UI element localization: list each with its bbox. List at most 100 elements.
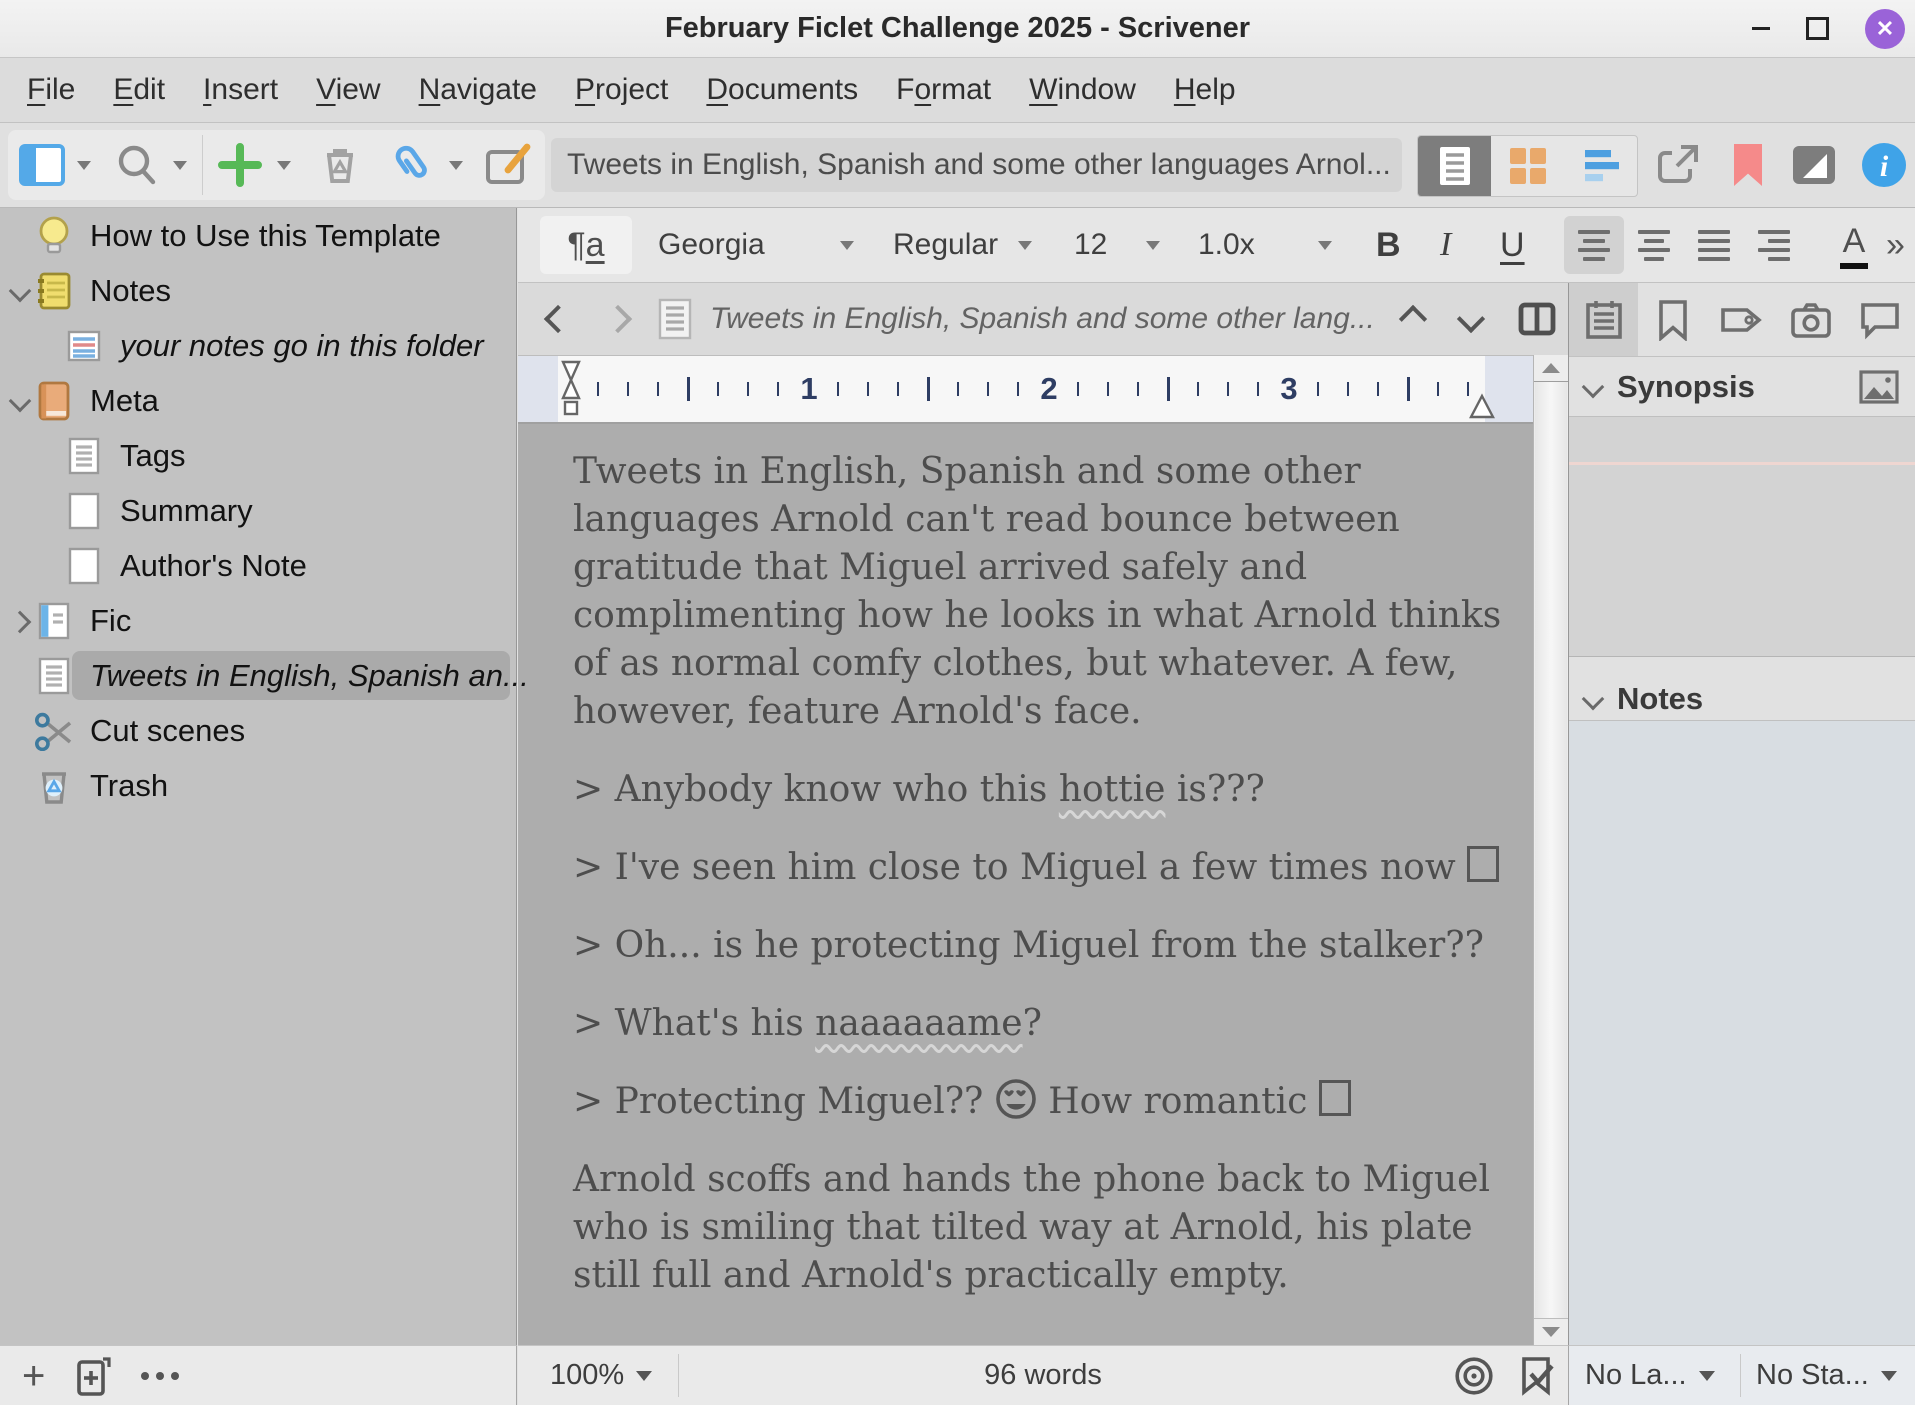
binder-item-tags[interactable]: Tags (0, 428, 516, 483)
binder-label: Tags (120, 438, 185, 474)
italic-button[interactable]: I (1440, 208, 1451, 282)
font-size-caret[interactable] (1146, 208, 1160, 282)
tab-comments[interactable] (1845, 283, 1914, 356)
binder-item-authors-note[interactable]: Author's Note (0, 538, 516, 593)
notes-content-area[interactable] (1569, 720, 1915, 1345)
chevron-down-icon[interactable] (1582, 375, 1605, 398)
previous-document-button[interactable] (1403, 283, 1423, 355)
font-style-dropdown[interactable]: Regular (893, 208, 998, 282)
binder-item-fic[interactable]: Fic (0, 593, 516, 648)
bookmark-button[interactable] (1722, 123, 1774, 207)
tab-bookmarks[interactable] (1638, 283, 1707, 356)
next-document-button[interactable] (1461, 283, 1481, 355)
tab-notes[interactable] (1569, 283, 1638, 356)
font-style-caret[interactable] (1018, 208, 1032, 282)
view-mode-outline-tab[interactable] (1564, 136, 1637, 196)
align-right-button[interactable] (1744, 216, 1804, 274)
ruler[interactable]: 1 2 3 (518, 356, 1533, 424)
move-to-trash-button[interactable] (314, 123, 366, 207)
mark-reviewed-button[interactable] (1516, 1346, 1558, 1405)
tab-snapshots[interactable] (1776, 283, 1845, 356)
inspector-info-button[interactable]: i (1858, 123, 1910, 207)
format-overflow-button[interactable]: » (1886, 208, 1905, 282)
menu-file[interactable]: File (27, 73, 75, 107)
synopsis-header[interactable]: Synopsis (1569, 357, 1915, 416)
document-title-field[interactable]: Tweets in English, Spanish and some othe… (551, 138, 1402, 192)
add-document-template-button[interactable] (73, 1354, 113, 1398)
search-button[interactable] (112, 123, 162, 207)
nav-forward-button[interactable] (608, 283, 628, 355)
underline-button[interactable]: U (1500, 208, 1525, 282)
maximize-button[interactable] (1806, 17, 1829, 40)
minimize-button[interactable] (1752, 27, 1770, 30)
align-justify-button[interactable] (1684, 216, 1744, 274)
chevron-right-icon[interactable] (9, 611, 32, 634)
scroll-up-button[interactable] (1534, 355, 1568, 382)
chevron-down-icon[interactable] (9, 280, 32, 303)
editor-header-title[interactable]: Tweets in English, Spanish and some othe… (710, 283, 1375, 355)
notes-header[interactable]: Notes (1569, 678, 1915, 720)
nav-back-button[interactable] (548, 283, 568, 355)
search-caret[interactable] (168, 123, 192, 207)
attach-button[interactable] (386, 123, 436, 207)
binder-item-how-to-use[interactable]: How to Use this Template (0, 208, 516, 263)
bold-button[interactable]: B (1376, 208, 1401, 282)
binder-item-notes-folder[interactable]: Notes (0, 263, 516, 318)
chevron-down-icon[interactable] (1582, 688, 1605, 711)
writing-target-button[interactable] (1454, 1346, 1494, 1405)
binder-item-trash[interactable]: Trash (0, 758, 516, 813)
align-left-button[interactable] (1564, 216, 1624, 274)
menu-edit[interactable]: Edit (113, 73, 165, 107)
synopsis-card[interactable] (1569, 416, 1915, 657)
line-spacing-caret[interactable] (1318, 208, 1332, 282)
menu-help[interactable]: Help (1174, 73, 1236, 107)
attach-caret[interactable] (444, 123, 468, 207)
indent-marker[interactable] (557, 358, 585, 420)
share-button[interactable] (1650, 123, 1706, 207)
menu-window[interactable]: Window (1029, 73, 1136, 107)
split-editor-button[interactable] (1518, 283, 1556, 355)
scrollbar-thumb[interactable] (1535, 382, 1567, 1318)
menu-navigate[interactable]: Navigate (419, 73, 537, 107)
more-options-button[interactable] (141, 1372, 179, 1380)
right-indent-marker[interactable] (1468, 393, 1496, 419)
menu-project[interactable]: Project (575, 73, 668, 107)
binder-item-meta-folder[interactable]: Meta (0, 373, 516, 428)
scroll-down-button[interactable] (1534, 1318, 1568, 1345)
view-mode-document-tab[interactable] (1418, 136, 1491, 196)
compose-mode-button[interactable] (1786, 123, 1842, 207)
align-center-button[interactable] (1624, 216, 1684, 274)
menu-format[interactable]: Format (896, 73, 991, 107)
binder-item-summary[interactable]: Summary (0, 483, 516, 538)
font-size-dropdown[interactable]: 12 (1074, 208, 1107, 282)
menu-view[interactable]: View (316, 73, 380, 107)
chevron-down-icon[interactable] (9, 390, 32, 413)
view-mode-corkboard-tab[interactable] (1491, 136, 1564, 196)
image-icon[interactable] (1859, 370, 1899, 404)
add-item-caret[interactable] (272, 123, 296, 207)
invisibles-toggle[interactable]: ¶a (540, 216, 632, 274)
compose-button[interactable] (482, 123, 534, 207)
close-button[interactable]: ✕ (1865, 9, 1905, 49)
view-mode-segmented-control (1417, 135, 1638, 197)
add-document-button[interactable]: + (22, 1356, 45, 1396)
menu-insert[interactable]: Insert (203, 73, 278, 107)
binder-toggle-caret[interactable] (72, 123, 96, 207)
text-color-button[interactable]: A (1834, 208, 1874, 282)
binder-item-your-notes[interactable]: your notes go in this folder (0, 318, 516, 373)
blank-document-icon (62, 491, 106, 531)
menu-documents[interactable]: Documents (706, 73, 858, 107)
document-text[interactable]: Tweets in English, Spanish and some othe… (573, 448, 1523, 1330)
add-item-button[interactable] (216, 123, 264, 207)
label-dropdown[interactable]: No La... (1585, 1346, 1715, 1405)
font-family-dropdown[interactable]: Georgia (658, 208, 765, 282)
binder-item-cut-scenes[interactable]: Cut scenes (0, 703, 516, 758)
status-dropdown[interactable]: No Sta... (1756, 1346, 1897, 1405)
line-spacing-dropdown[interactable]: 1.0x (1198, 208, 1255, 282)
tab-metadata[interactable] (1707, 283, 1776, 356)
binder-item-tweets-selected[interactable]: Tweets in English, Spanish an... (0, 648, 516, 703)
font-family-caret[interactable] (840, 208, 854, 282)
editor-scrollbar[interactable] (1533, 355, 1568, 1345)
binder-toggle-button[interactable] (14, 123, 70, 207)
editor-page[interactable]: Tweets in English, Spanish and some othe… (518, 424, 1533, 1345)
